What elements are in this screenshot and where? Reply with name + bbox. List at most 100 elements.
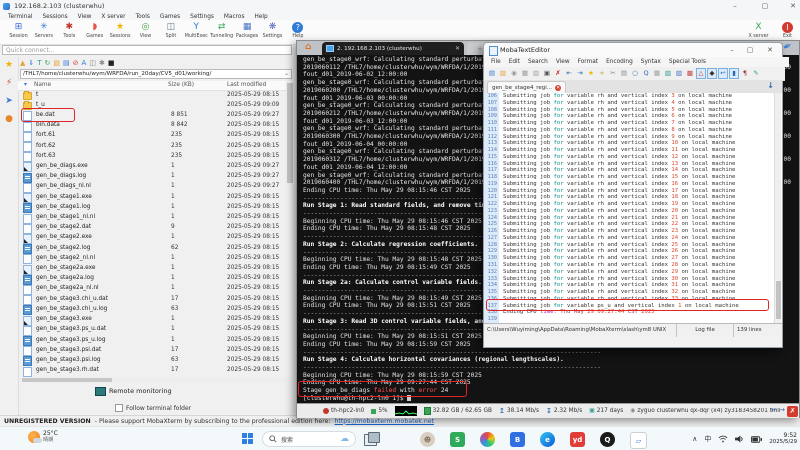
- file-row-gen_be_stage2a.log[interactable]: gen_be_stage2a.log12025-05-29 08:15: [18, 274, 286, 284]
- editor-tool-icon-19[interactable]: △: [696, 68, 706, 79]
- tunneling-button[interactable]: ⇄Tunneling: [209, 21, 234, 39]
- editor-tool-icon-4[interactable]: ▥: [531, 68, 541, 79]
- file-row-gen_be_stage2.log[interactable]: gen_be_stage2.log622025-05-29 08:15: [18, 243, 286, 253]
- file-tool-icon-6[interactable]: ⊘: [73, 59, 79, 68]
- menu-settings[interactable]: Settings: [190, 14, 214, 20]
- menu-help[interactable]: Help: [255, 14, 268, 20]
- editor-tab-close-icon[interactable]: ✕: [555, 85, 561, 91]
- menu-x-server[interactable]: X server: [101, 14, 125, 20]
- file-row-gen_be_stage1.log[interactable]: gen_be_stage1.log12025-05-29 08:15: [18, 202, 286, 212]
- paint-app-icon[interactable]: [480, 432, 495, 447]
- editor-menu-edit[interactable]: Edit: [509, 59, 520, 65]
- editor-tool-icon-3[interactable]: ▦: [520, 68, 530, 79]
- taskbar-weather-widget[interactable]: 25°C 晴朗: [28, 430, 58, 443]
- editor-tool-icon-13[interactable]: ○: [630, 68, 640, 79]
- editor-menu-search[interactable]: Search: [528, 59, 548, 65]
- b-app-icon[interactable]: B: [510, 432, 525, 447]
- file-tool-icon-3[interactable]: ↻: [45, 59, 51, 68]
- follow-terminal-folder[interactable]: Follow terminal folder: [115, 404, 191, 412]
- file-tool-icon-9[interactable]: ✱: [99, 59, 105, 68]
- file-tool-icon-2[interactable]: T: [37, 59, 41, 68]
- file-row-t[interactable]: t2025-05-29 08:15: [18, 90, 286, 100]
- file-row-gen_be_stage3.ps_u.log[interactable]: gen_be_stage3.ps_u.log12025-05-29 08:15: [18, 335, 286, 345]
- tools-ball-icon[interactable]: ●: [0, 114, 18, 124]
- session-button[interactable]: ⊞Session: [6, 21, 31, 39]
- split-button[interactable]: ◫Split: [158, 21, 183, 39]
- maximize-button[interactable]: ▢: [756, 1, 774, 11]
- editor-tool-icon-17[interactable]: ▧: [674, 68, 684, 79]
- editor-tool-icon-10[interactable]: ★: [597, 68, 607, 79]
- file-tool-icon-0[interactable]: ▲: [20, 59, 25, 68]
- file-row-gen_be_stage3.exe[interactable]: gen_be_stage3.exe12025-05-29 08:15: [18, 315, 286, 325]
- editor-tool-icon-20[interactable]: ◆: [707, 68, 717, 79]
- file-tool-icon-8[interactable]: ◫: [89, 59, 96, 68]
- servers-button[interactable]: ✳Servers: [31, 21, 56, 39]
- file-row-gen_be_stage2a.exe[interactable]: gen_be_stage2a.exe12025-05-29 08:15: [18, 264, 286, 274]
- editor-tool-icon-14[interactable]: Q: [641, 68, 651, 79]
- green-s-app-icon[interactable]: S: [450, 432, 465, 447]
- editor-menu-encoding[interactable]: Encoding: [606, 59, 633, 65]
- menu-sessions[interactable]: Sessions: [43, 14, 68, 20]
- youdao-app-icon[interactable]: yd: [570, 432, 585, 447]
- path-bar[interactable]: /THL7/home/clusterwhu/wym/WRFDA/run_20da…: [20, 69, 292, 79]
- editor-tool-icon-18[interactable]: ▩: [685, 68, 695, 79]
- editor-tool-icon-2[interactable]: ◉: [509, 68, 519, 79]
- taskbar-clock[interactable]: 9:52 2025/5/29: [769, 432, 797, 446]
- close-button[interactable]: ✕: [784, 1, 800, 11]
- file-row-gen_be_diags_nl.nl[interactable]: gen_be_diags_nl.nl12025-05-29 09:27: [18, 182, 286, 192]
- file-row-gen_be_stage2.dat[interactable]: gen_be_stage2.dat92025-05-29 08:15: [18, 223, 286, 233]
- editor-scrollbar[interactable]: [774, 93, 781, 323]
- file-row-fort.63[interactable]: fort.632352025-05-29 08:15: [18, 151, 286, 161]
- x-server-button[interactable]: XX server: [746, 21, 771, 39]
- file-row-fort.61[interactable]: fort.612352025-05-29 08:15: [18, 131, 286, 141]
- edge-browser-icon[interactable]: e: [540, 432, 555, 447]
- editor-menu-special-tools[interactable]: Special Tools: [669, 59, 706, 65]
- volume-icon[interactable]: [735, 435, 744, 443]
- mobatek-link[interactable]: https://mobaxterm.mobatek.net: [335, 418, 435, 425]
- editor-tool-icon-8[interactable]: ⇥: [575, 68, 585, 79]
- file-row-gen_be_stage1.exe[interactable]: gen_be_stage1.exe12025-05-29 08:15: [18, 192, 286, 202]
- view-button[interactable]: ◎View: [133, 21, 158, 39]
- file-tool-icon-10[interactable]: ■: [108, 59, 115, 68]
- packages-button[interactable]: ▦Packages: [235, 21, 260, 39]
- tab-close-icon[interactable]: ✕: [455, 45, 460, 52]
- menu-view[interactable]: View: [78, 14, 92, 20]
- editor-text-area[interactable]: 106Submitting job for variable rh and ve…: [484, 93, 782, 323]
- start-button[interactable]: [242, 433, 254, 445]
- file-row-fort.62[interactable]: fort.622352025-05-29 08:15: [18, 141, 286, 151]
- multiexec-button[interactable]: YMultiExec: [184, 21, 209, 39]
- file-list-hscrollbar[interactable]: [20, 378, 286, 382]
- battery-icon[interactable]: [751, 436, 762, 443]
- help-button[interactable]: ?Help: [285, 21, 310, 39]
- checkbox-icon[interactable]: [115, 404, 123, 412]
- tools-button[interactable]: ✱Tools: [57, 21, 82, 39]
- column-size[interactable]: Size (KB): [168, 82, 194, 88]
- editor-tool-icon-16[interactable]: ▧: [663, 68, 673, 79]
- file-row-gen_be_diags.exe[interactable]: gen_be_diags.exe12025-05-29 09:27: [18, 161, 286, 171]
- editor-menu-syntax[interactable]: Syntax: [641, 59, 661, 65]
- remote-monitoring-button[interactable]: Remote monitoring: [95, 386, 172, 396]
- monitor-close-button[interactable]: ✗: [787, 406, 798, 417]
- editor-tool-icon-5[interactable]: ▣: [542, 68, 552, 79]
- editor-tool-icon-1[interactable]: ▨: [498, 68, 508, 79]
- doc-app-icon[interactable]: ▱: [630, 432, 647, 449]
- editor-minimize-button[interactable]: –: [724, 45, 740, 55]
- menu-tools[interactable]: Tools: [136, 14, 150, 20]
- column-modified[interactable]: Last modified: [227, 82, 266, 88]
- qq-app-icon[interactable]: Q: [600, 432, 615, 447]
- quick-connect-input[interactable]: Quick connect...: [2, 45, 292, 55]
- editor-tool-icon-0[interactable]: ▤: [487, 68, 497, 79]
- macros-icon[interactable]: ⚡: [0, 78, 18, 88]
- exit-button[interactable]: IExit: [775, 21, 800, 39]
- editor-tool-icon-21[interactable]: ↩: [718, 68, 728, 79]
- file-list-vscrollbar[interactable]: [287, 81, 293, 377]
- menu-games[interactable]: Games: [160, 14, 180, 20]
- sort-arrow-icon[interactable]: ▾: [24, 82, 27, 88]
- editor-tool-icon-24[interactable]: ✎: [751, 68, 761, 79]
- taskbar-search[interactable]: 搜索 ☁: [262, 431, 356, 447]
- editor-close-button[interactable]: ✕: [762, 45, 778, 55]
- task-view-button[interactable]: [364, 434, 377, 446]
- editor-menu-view[interactable]: View: [556, 59, 570, 65]
- file-row-gen_be_stage3.ps_u.dat[interactable]: gen_be_stage3.ps_u.dat12025-05-29 08:15: [18, 325, 286, 335]
- file-row-gen_be_diags.log[interactable]: gen_be_diags.log12025-05-29 09:27: [18, 172, 286, 182]
